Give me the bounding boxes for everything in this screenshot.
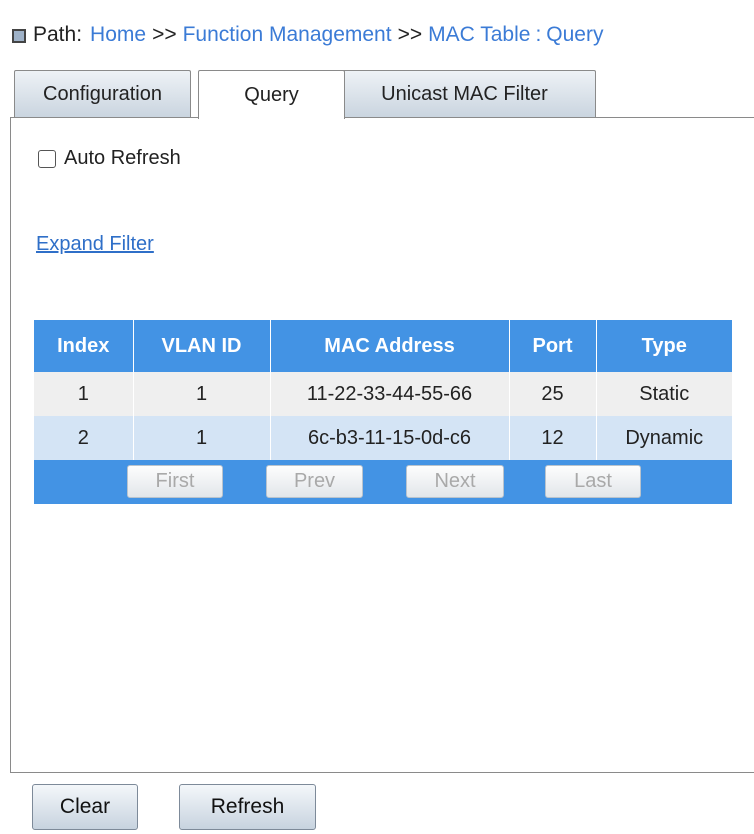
cell-vlan-id: 1 [133, 372, 271, 416]
table-row: 1 1 11-22-33-44-55-66 25 Static [34, 372, 732, 416]
clear-button[interactable]: Clear [32, 784, 138, 830]
cell-mac-address: 11-22-33-44-55-66 [270, 372, 510, 416]
breadcrumb-separator: >> [397, 23, 423, 46]
pagination-cell: First Prev Next Last [34, 460, 732, 504]
cell-port: 12 [509, 416, 597, 460]
pagination-bar: First Prev Next Last [34, 460, 732, 504]
path-label: Path: [33, 23, 83, 46]
cell-port: 25 [509, 372, 597, 416]
column-header-vlan-id: VLAN ID [133, 320, 271, 372]
tab-query[interactable]: Query [198, 70, 345, 119]
breadcrumb-home-link[interactable]: Home [90, 23, 146, 47]
cell-index: 1 [34, 372, 134, 416]
breadcrumb: Path: Home >> Function Management >> MAC… [12, 20, 603, 50]
last-page-button[interactable]: Last [545, 465, 641, 498]
cell-index: 2 [34, 416, 134, 460]
cell-type: Dynamic [596, 416, 732, 460]
auto-refresh-checkbox[interactable] [38, 149, 56, 168]
mac-table: Index VLAN ID MAC Address Port Type 1 1 … [34, 320, 732, 504]
column-header-mac-address: MAC Address [270, 320, 510, 372]
tab-configuration[interactable]: Configuration [14, 70, 191, 118]
table-header-row: Index VLAN ID MAC Address Port Type [34, 320, 732, 372]
breadcrumb-function-management-link[interactable]: Function Management [183, 23, 392, 47]
breadcrumb-separator: >> [152, 23, 177, 46]
cell-type: Static [596, 372, 732, 416]
refresh-button[interactable]: Refresh [179, 784, 316, 830]
expand-filter-link[interactable]: Expand Filter [36, 233, 154, 256]
next-page-button[interactable]: Next [406, 465, 504, 498]
first-page-button[interactable]: First [127, 465, 223, 498]
cell-vlan-id: 1 [133, 416, 271, 460]
tab-unicast-mac-filter[interactable]: Unicast MAC Filter [333, 70, 596, 118]
breadcrumb-query: Query [546, 23, 604, 46]
breadcrumb-colon: : [535, 23, 542, 46]
column-header-index: Index [34, 320, 134, 372]
prev-page-button[interactable]: Prev [266, 465, 363, 498]
table-row: 2 1 6c-b3-11-15-0d-c6 12 Dynamic [34, 416, 732, 460]
breadcrumb-mac-table-link[interactable]: MAC Table [428, 23, 530, 47]
auto-refresh-control[interactable]: Auto Refresh [38, 147, 181, 170]
pagination-row: First Prev Next Last [34, 460, 732, 504]
path-square-icon [12, 28, 26, 43]
column-header-port: Port [509, 320, 597, 372]
cell-mac-address: 6c-b3-11-15-0d-c6 [270, 416, 510, 460]
auto-refresh-label: Auto Refresh [64, 147, 181, 169]
column-header-type: Type [596, 320, 732, 372]
